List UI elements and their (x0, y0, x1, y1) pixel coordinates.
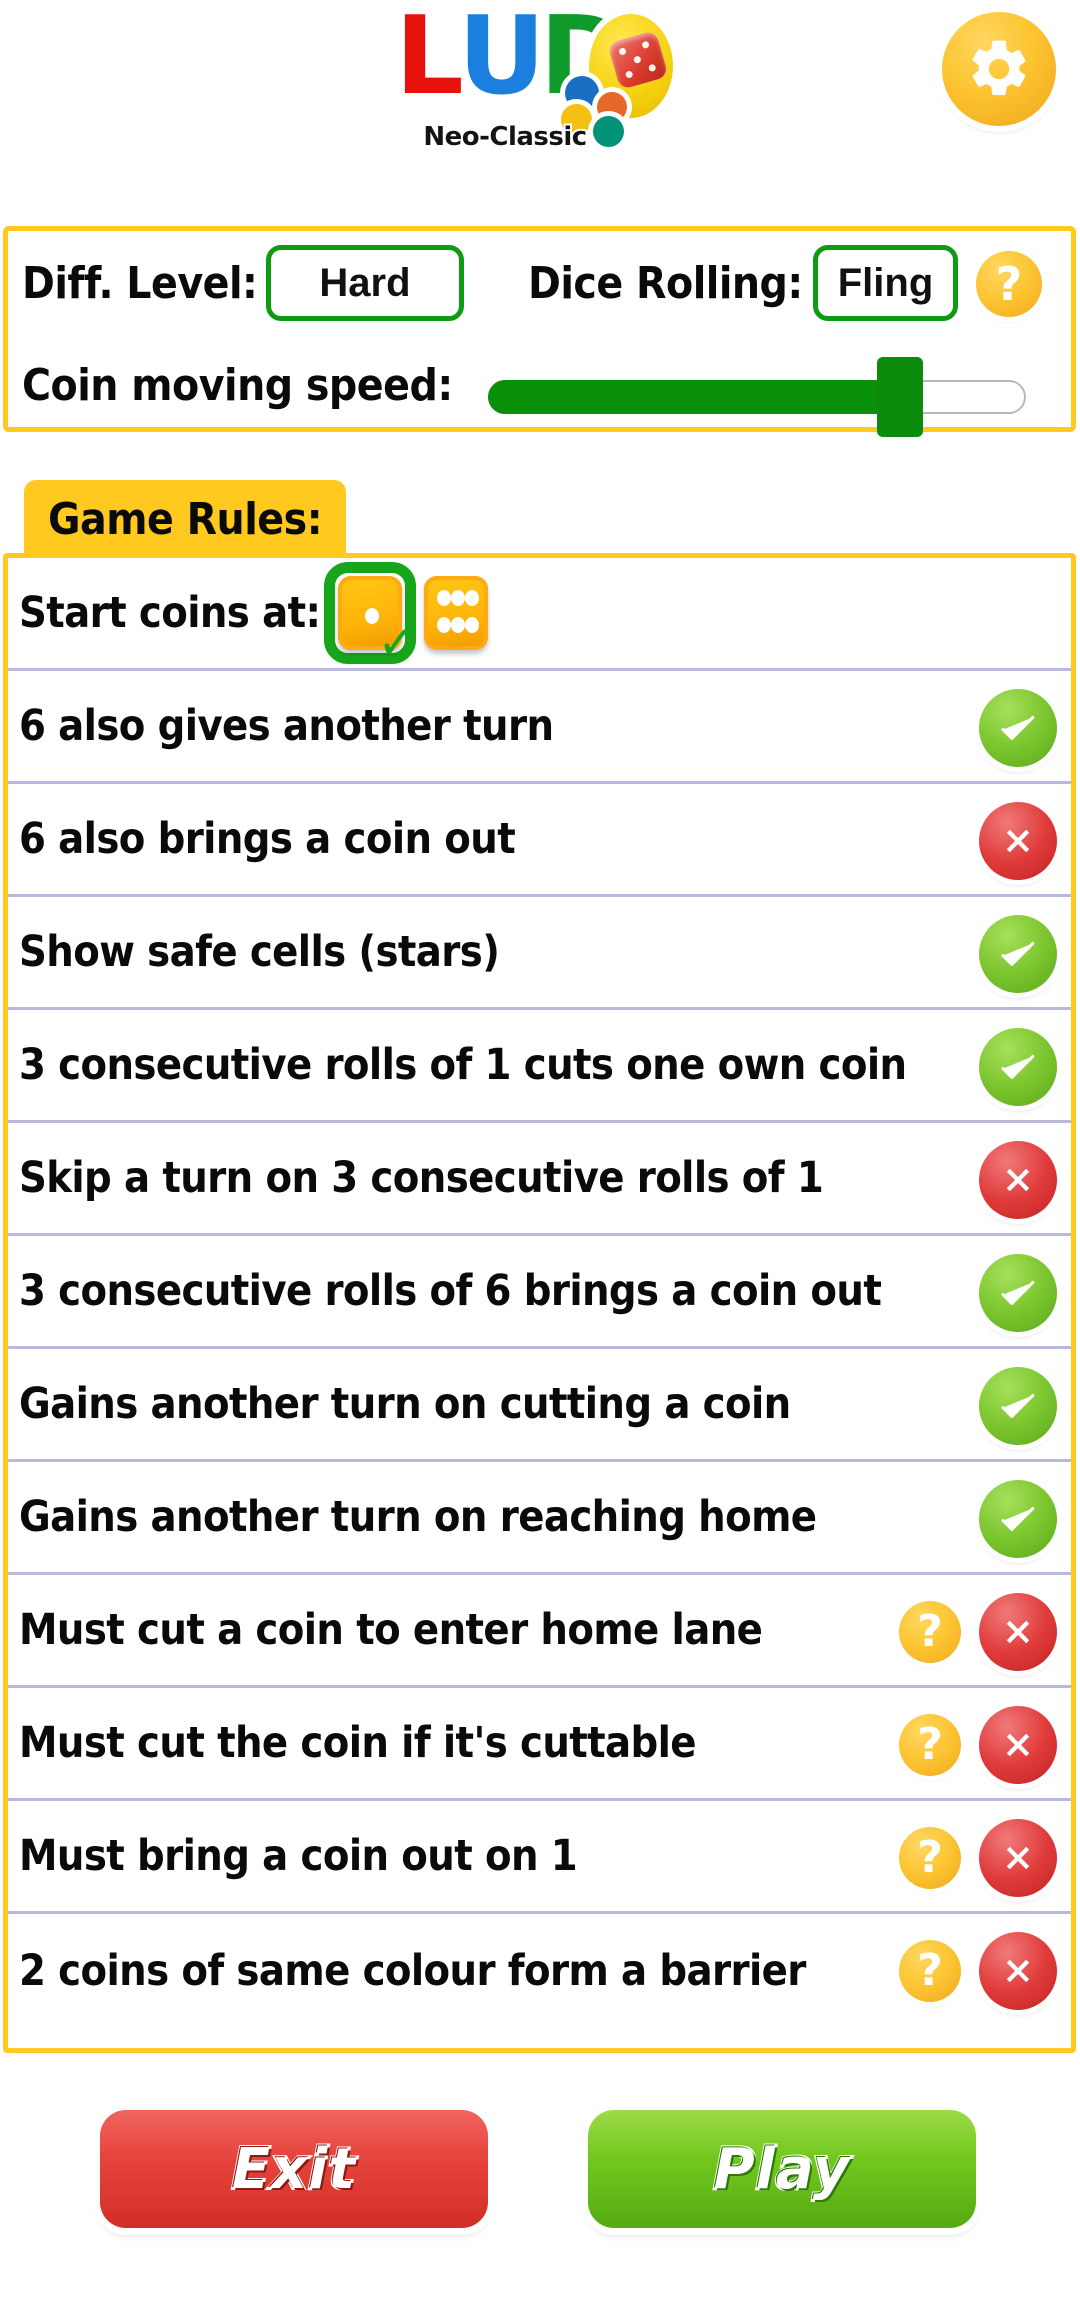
slider-fill (488, 380, 900, 414)
rule-toggle-checkmark-icon[interactable] (979, 1479, 1057, 1558)
rule-row-controls: ? (899, 1575, 1057, 1688)
play-button[interactable]: Play (588, 2110, 976, 2228)
rule-label: Must bring a coin out on 1 (19, 1831, 578, 1881)
rule-label: 6 also brings a coin out (19, 814, 516, 864)
rule-help-icon[interactable]: ? (899, 1826, 961, 1889)
rule-toggle-cross-icon[interactable] (979, 1931, 1057, 2010)
rule-toggle-cross-icon[interactable] (979, 1140, 1057, 1219)
rule-row-controls (979, 671, 1057, 784)
settings-panel: Diff. Level: Hard Dice Rolling: Fling ? … (3, 226, 1076, 437)
coin-speed-slider[interactable] (488, 357, 1026, 437)
rule-row-controls (979, 1010, 1057, 1123)
footer-actions: Exit Play (0, 2110, 1080, 2270)
rule-toggle-cross-icon[interactable] (979, 1705, 1057, 1784)
rule-row-controls (979, 1462, 1057, 1575)
settings-gear-button[interactable] (942, 12, 1056, 126)
dice-pip (436, 616, 451, 633)
rule-toggle-checkmark-icon[interactable] (979, 1027, 1057, 1106)
difficulty-select[interactable]: Hard (266, 245, 464, 321)
rule-row-controls: ? (899, 1688, 1057, 1801)
rule-row-controls: ? (899, 1801, 1057, 1914)
coin-speed-label: Coin moving speed: (22, 360, 453, 411)
rule-toggle-cross-icon[interactable] (979, 1818, 1057, 1897)
rule-row: Show safe cells (stars) (8, 897, 1071, 1010)
app-logo: L U D Neo-Classic (375, 0, 705, 168)
rule-row-controls (979, 1236, 1057, 1349)
gear-icon (965, 35, 1033, 103)
rule-label: 3 consecutive rolls of 1 cuts one own co… (19, 1040, 907, 1090)
app-header: L U D Neo-Classic (0, 0, 1080, 190)
rule-row: Gains another turn on cutting a coin (8, 1349, 1071, 1462)
rule-row: 3 consecutive rolls of 6 brings a coin o… (8, 1236, 1071, 1349)
rule-row-controls (979, 1123, 1057, 1236)
rules-list: 6 also gives another turn 6 also brings a… (8, 671, 1071, 2027)
rule-row-controls (979, 784, 1057, 897)
rule-label: Skip a turn on 3 consecutive rolls of 1 (19, 1153, 824, 1203)
rule-row: Gains another turn on reaching home (8, 1462, 1071, 1575)
play-button-label: Play (712, 2135, 852, 2204)
start-coins-options: ✓ (324, 562, 488, 665)
rule-label: 3 consecutive rolls of 6 brings a coin o… (19, 1266, 882, 1316)
selected-check-icon: ✓ (377, 615, 416, 669)
rule-label: Gains another turn on reaching home (19, 1492, 817, 1542)
settings-row-top: Diff. Level: Hard Dice Rolling: Fling ? (8, 231, 1071, 335)
start-coins-label: Start coins at: (19, 588, 321, 638)
rule-row: Must cut the coin if it's cuttable? (8, 1688, 1071, 1801)
ludo-settings-screen: L U D Neo-Classic Diff. Level: Hard Dice… (0, 0, 1080, 2309)
start-coins-row: Start coins at: ✓ (8, 558, 1071, 671)
game-rules-tab: Game Rules: (24, 480, 347, 558)
rule-row: Must bring a coin out on 1? (8, 1801, 1071, 1914)
dice-rolling-select[interactable]: Fling (813, 245, 958, 321)
rule-toggle-checkmark-icon[interactable] (979, 914, 1057, 993)
rule-row-controls (979, 897, 1057, 1010)
start-coin-option-1[interactable]: ✓ (324, 562, 416, 665)
rule-label: 2 coins of same colour form a barrier (19, 1945, 806, 1996)
logo-letter-l: L (392, 0, 468, 119)
dice-pip (465, 616, 480, 633)
logo-subtitle: Neo-Classic (421, 120, 589, 154)
rule-toggle-checkmark-icon[interactable] (979, 1366, 1057, 1445)
dice-pip (436, 590, 451, 607)
slider-thumb[interactable] (876, 357, 923, 437)
rule-label: Gains another turn on cutting a coin (19, 1379, 791, 1429)
exit-button[interactable]: Exit (100, 2110, 488, 2228)
rule-row: Must cut a coin to enter home lane? (8, 1575, 1071, 1688)
rule-row-controls: ? (899, 1914, 1057, 2027)
rule-toggle-checkmark-icon[interactable] (979, 1253, 1057, 1332)
logo-letter-u: U (454, 0, 549, 119)
exit-button-label: Exit (230, 2135, 357, 2204)
rule-toggle-cross-icon[interactable] (979, 1592, 1057, 1671)
rule-label: 6 also gives another turn (19, 701, 554, 751)
rule-help-icon[interactable]: ? (899, 1713, 961, 1776)
game-rules-panel: Start coins at: ✓ 6 also gives another t… (3, 553, 1076, 2053)
rule-help-icon[interactable]: ? (899, 1600, 961, 1663)
settings-row-speed: Coin moving speed: (8, 335, 1071, 437)
rule-toggle-cross-icon[interactable] (979, 801, 1057, 880)
dice-pip (451, 616, 465, 633)
dice-pip (451, 590, 465, 607)
rule-help-icon[interactable]: ? (899, 1939, 961, 2002)
rule-label: Must cut the coin if it's cuttable (19, 1718, 697, 1768)
difficulty-label: Diff. Level: (22, 258, 258, 309)
rule-row: 6 also gives another turn (8, 671, 1071, 784)
rule-label: Must cut a coin to enter home lane (19, 1605, 763, 1655)
dice-pip (465, 590, 480, 607)
start-coin-option-6[interactable] (424, 576, 488, 650)
dice-rolling-label: Dice Rolling: (528, 258, 803, 309)
rule-row: 2 coins of same colour form a barrier? (8, 1914, 1071, 2027)
rule-row: 3 consecutive rolls of 1 cuts one own co… (8, 1010, 1071, 1123)
rule-toggle-checkmark-icon[interactable] (979, 688, 1057, 767)
dice-rolling-help-icon[interactable]: ? (976, 251, 1042, 317)
rule-label: Show safe cells (stars) (19, 927, 500, 977)
rule-row-controls (979, 1349, 1057, 1462)
dice-face-6 (424, 576, 488, 650)
rule-row: Skip a turn on 3 consecutive rolls of 1 (8, 1123, 1071, 1236)
rule-row: 6 also brings a coin out (8, 784, 1071, 897)
